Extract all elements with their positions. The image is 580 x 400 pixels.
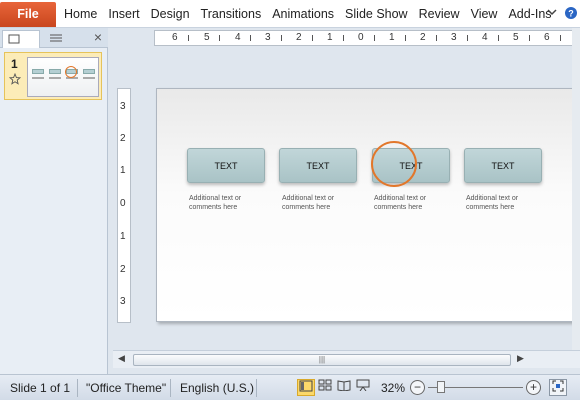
pane-tabs: ×	[0, 28, 108, 48]
close-icon[interactable]: ×	[94, 29, 102, 45]
scroll-left-icon[interactable]: ◀	[118, 353, 125, 364]
vertical-scrollbar[interactable]	[572, 28, 580, 350]
slide-canvas[interactable]: TEXT TEXT TEXT TEXT Additional text or c…	[156, 88, 579, 322]
reading-view-icon[interactable]	[335, 379, 353, 396]
scroll-right-icon[interactable]: ▶	[517, 353, 524, 364]
slide-sorter-icon[interactable]	[316, 379, 334, 396]
slides-icon	[8, 34, 20, 44]
description-text-4[interactable]: Additional text or comments here	[466, 194, 546, 212]
ribbon-tabs: Home Insert Design Transitions Animation…	[64, 0, 563, 28]
ruler-tick: 3	[120, 296, 126, 307]
star-icon	[8, 72, 22, 88]
outline-icon	[50, 34, 62, 42]
ruler-tick: 3	[265, 32, 271, 43]
tab-slide-show[interactable]: Slide Show	[345, 7, 408, 21]
tab-insert[interactable]: Insert	[108, 7, 139, 21]
ruler-tick: 0	[358, 32, 364, 43]
ruler-tick: 1	[120, 231, 126, 242]
description-text-2[interactable]: Additional text or comments here	[282, 194, 362, 212]
ruler-tick: 5	[204, 32, 210, 43]
tab-review[interactable]: Review	[419, 7, 460, 21]
theme-name: "Office Theme"	[86, 381, 167, 395]
tab-view[interactable]: View	[471, 7, 498, 21]
language-indicator[interactable]: English (U.S.)	[180, 381, 254, 395]
vertical-ruler: 3 2 1 0 1 2 3	[117, 88, 131, 323]
text-box-4[interactable]: TEXT	[464, 148, 542, 183]
zoom-in-button[interactable]: +	[526, 380, 541, 395]
tab-design[interactable]: Design	[151, 7, 190, 21]
ruler-tick: 0	[120, 198, 126, 209]
description-text-3[interactable]: Additional text or comments here	[374, 194, 454, 212]
chevron-down-icon[interactable]	[546, 6, 558, 21]
horizontal-ruler: 6 5 4 3 2 1 0 1 2 3 4 5 6	[154, 30, 580, 46]
zoom-level[interactable]: 32%	[381, 381, 405, 395]
ruler-tick: 3	[451, 32, 457, 43]
ruler-tick: 1	[120, 165, 126, 176]
ruler-tick: 4	[482, 32, 488, 43]
file-tab[interactable]: File	[0, 2, 56, 27]
slide-indicator: Slide 1 of 1	[10, 381, 71, 395]
ruler-tick: 5	[513, 32, 519, 43]
text-box-1[interactable]: TEXT	[187, 148, 265, 183]
ruler-tick: 1	[327, 32, 333, 43]
ruler-tick: 3	[120, 101, 126, 112]
ruler-tick: 2	[296, 32, 302, 43]
svg-text:?: ?	[568, 9, 574, 19]
slides-tab[interactable]	[2, 30, 40, 48]
zoom-out-button[interactable]: −	[410, 380, 425, 395]
ruler-tick: 4	[235, 32, 241, 43]
highlight-circle	[371, 141, 417, 187]
normal-view-icon[interactable]	[297, 379, 315, 396]
ribbon: File Home Insert Design Transitions Anim…	[0, 0, 580, 28]
slide-thumbnail[interactable]	[27, 57, 99, 97]
tab-animations[interactable]: Animations	[272, 7, 334, 21]
slide-number: 1	[11, 57, 18, 71]
ruler-tick: 6	[172, 32, 178, 43]
tab-home[interactable]: Home	[64, 7, 97, 21]
slide-show-icon[interactable]	[354, 379, 372, 396]
description-text-1[interactable]: Additional text or comments here	[189, 194, 269, 212]
horizontal-scrollbar[interactable]: ◀ ||| ▶	[113, 350, 580, 368]
slides-pane: × 1	[0, 28, 108, 374]
zoom-slider-thumb[interactable]	[437, 381, 445, 393]
ruler-tick: 2	[120, 133, 126, 144]
scroll-thumb[interactable]: |||	[133, 354, 511, 366]
ruler-tick: 2	[420, 32, 426, 43]
ruler-tick: 6	[544, 32, 550, 43]
slide-editor: 6 5 4 3 2 1 0 1 2 3 4 5 6 3 2 1 0 1 2 3 …	[109, 28, 580, 374]
fit-to-window-icon[interactable]	[549, 379, 567, 396]
status-bar: Slide 1 of 1 "Office Theme" English (U.S…	[0, 374, 580, 400]
slide-thumbnail-row[interactable]: 1	[4, 52, 102, 100]
help-icon[interactable]: ?	[564, 6, 578, 23]
ruler-tick: 2	[120, 264, 126, 275]
tab-transitions[interactable]: Transitions	[201, 7, 262, 21]
ruler-tick: 1	[389, 32, 395, 43]
outline-tab[interactable]	[42, 30, 80, 48]
text-box-2[interactable]: TEXT	[279, 148, 357, 183]
